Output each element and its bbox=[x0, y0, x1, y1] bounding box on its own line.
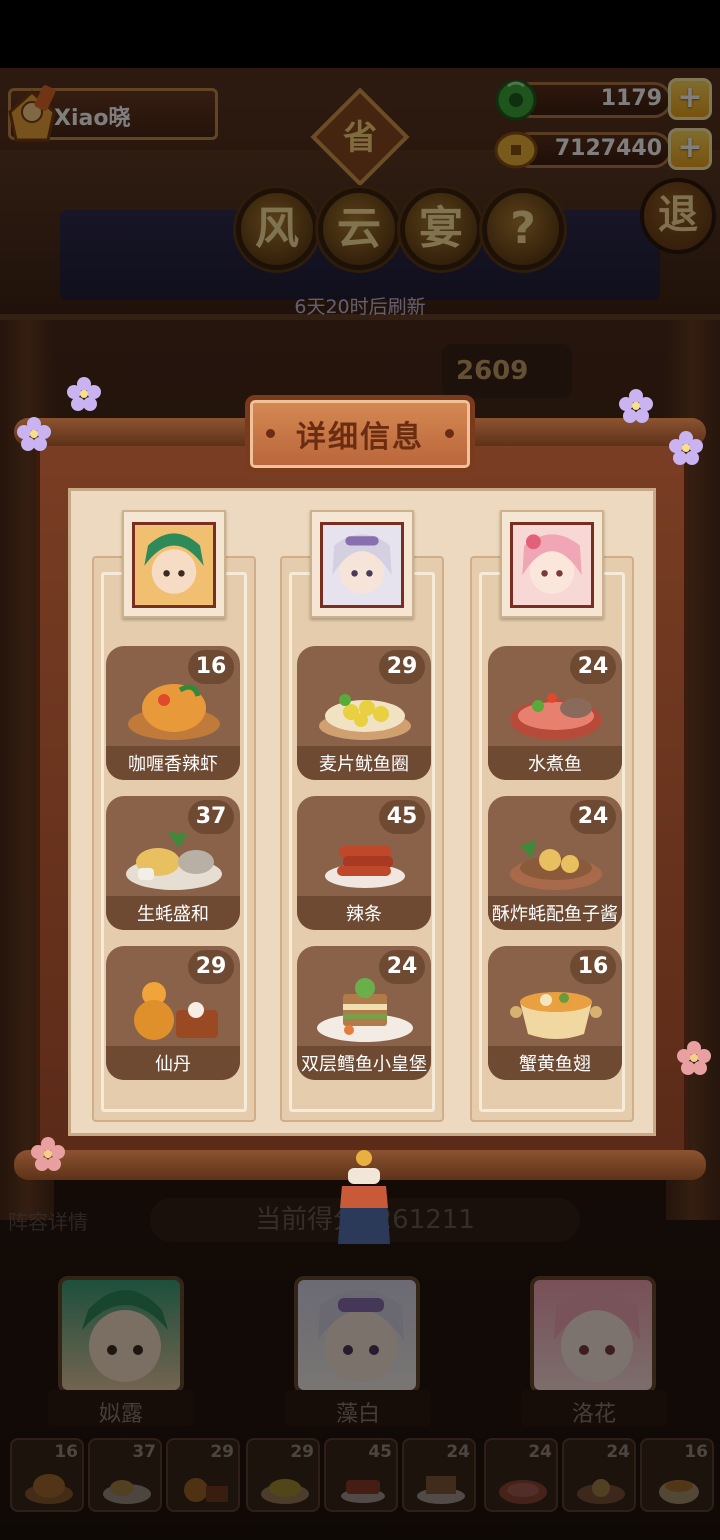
dish-name: 蟹黄鱼翅 bbox=[519, 1054, 591, 1075]
dish-name: 双层鳕鱼小皇堡 bbox=[301, 1054, 427, 1075]
blossom-icon bbox=[677, 1041, 711, 1075]
dish-card[interactable]: 16 咖喱香辣虾 bbox=[106, 646, 240, 780]
dish-name: 仙丹 bbox=[155, 1054, 191, 1075]
dish-count-badge: 24 bbox=[570, 650, 616, 684]
hero-portrait-green-icon[interactable] bbox=[132, 522, 216, 608]
dish-card[interactable]: 37 生蚝盛和 bbox=[106, 796, 240, 930]
blossom-icon bbox=[31, 1137, 65, 1171]
flower-icon bbox=[17, 417, 51, 451]
dish-card[interactable]: 24 水煮鱼 bbox=[488, 646, 622, 780]
dish-name: 麦片鱿鱼圈 bbox=[319, 754, 409, 775]
hero-portrait-silver-icon[interactable] bbox=[320, 522, 404, 608]
dish-card[interactable]: 29 麦片鱿鱼圈 bbox=[297, 646, 431, 780]
dish-name: 咖喱香辣虾 bbox=[128, 754, 218, 775]
dish-count-badge: 24 bbox=[379, 950, 425, 984]
dish-count-badge: 16 bbox=[188, 650, 234, 684]
dish-name: 辣条 bbox=[346, 904, 382, 925]
dish-card[interactable]: 16 蟹黄鱼翅 bbox=[488, 946, 622, 1080]
dish-name: 生蚝盛和 bbox=[137, 904, 209, 925]
flower-icon bbox=[669, 431, 703, 465]
dish-count-badge: 29 bbox=[188, 950, 234, 984]
dish-count-badge: 37 bbox=[188, 800, 234, 834]
dish-name: 水煮鱼 bbox=[528, 754, 582, 775]
hero-portrait-pink-icon[interactable] bbox=[510, 522, 594, 608]
dish-name: 酥炸蚝配鱼子酱 bbox=[492, 904, 618, 925]
flower-icon bbox=[619, 389, 653, 423]
dish-card[interactable]: 24 双层鳕鱼小皇堡 bbox=[297, 946, 431, 1080]
flower-icon bbox=[67, 377, 101, 411]
dish-count-badge: 16 bbox=[570, 950, 616, 984]
dish-count-badge: 45 bbox=[379, 800, 425, 834]
panel-title: 详细信息 bbox=[296, 420, 424, 455]
dish-count-badge: 29 bbox=[379, 650, 425, 684]
dish-count-badge: 24 bbox=[570, 800, 616, 834]
tassel-ornament-icon bbox=[338, 1150, 390, 1244]
dish-card[interactable]: 45 辣条 bbox=[297, 796, 431, 930]
dish-card[interactable]: 29 仙丹 bbox=[106, 946, 240, 1080]
dish-card[interactable]: 24 酥炸蚝配鱼子酱 bbox=[488, 796, 622, 930]
